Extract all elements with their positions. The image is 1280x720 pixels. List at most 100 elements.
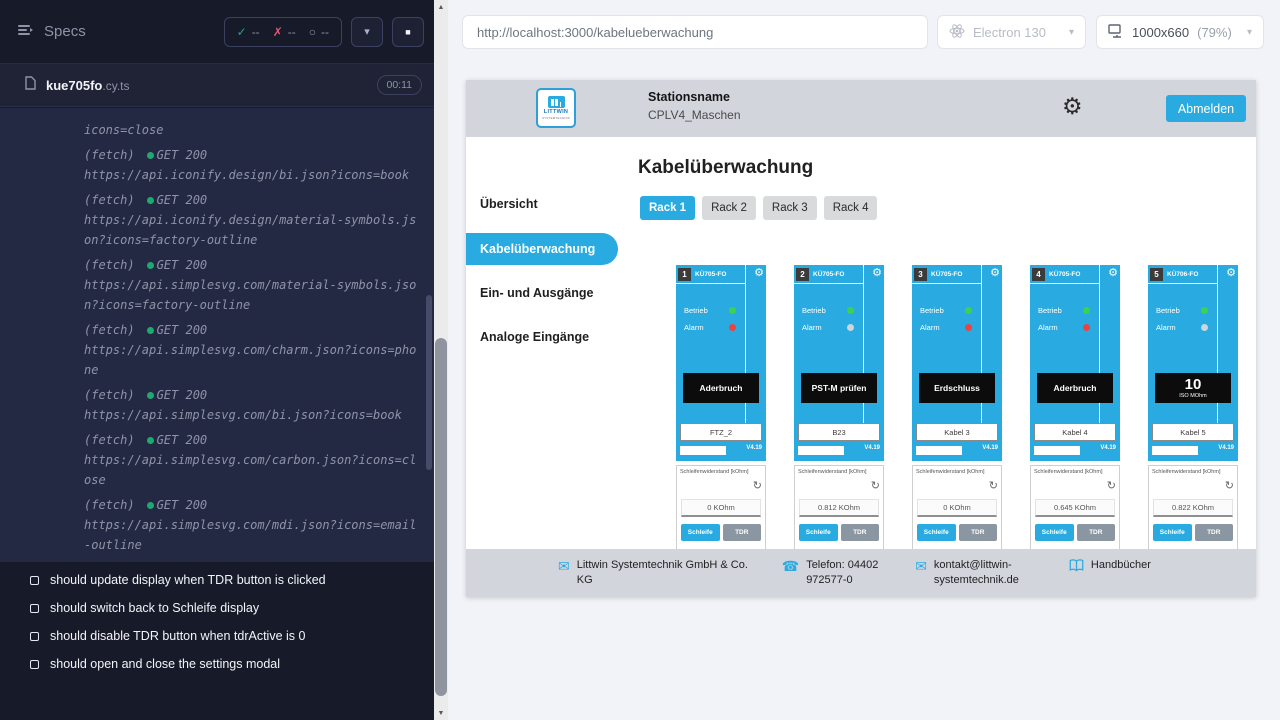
schleife-button[interactable]: Schleife <box>917 524 956 541</box>
http-status: GET 200 <box>157 255 208 275</box>
alarm-label: Alarm <box>802 323 822 332</box>
status-ok-dot <box>147 262 154 269</box>
stop-run-button[interactable]: ■ <box>392 17 424 47</box>
test-title: should switch back to Schleife display <box>50 601 259 615</box>
log-entry: (fetch)GET 200 https://api.simplesvg.com… <box>84 320 420 380</box>
panel-scrollbar[interactable]: ▲ ▼ <box>434 0 448 720</box>
log-entry: (fetch)GET 200 https://api.simplesvg.com… <box>84 385 420 425</box>
spec-name: kue705fo.cy.ts <box>46 78 130 93</box>
tdr-button[interactable]: TDR <box>1077 524 1116 541</box>
url-bar[interactable]: http://localhost:3000/kabelueberwachung <box>462 15 928 49</box>
failed-icon: ✗ <box>273 25 283 39</box>
scrollbar-thumb[interactable] <box>435 338 447 696</box>
sidebar-item-analoge-eingaenge[interactable]: Analoge Eingänge <box>466 321 618 353</box>
slot-number: 5 <box>1150 268 1163 281</box>
logout-button[interactable]: Abmelden <box>1166 95 1246 122</box>
device-card-1: 1KÜ705-FO ⚙ Betrieb Alarm Aderbruch FTZ_… <box>676 265 766 557</box>
spec-header[interactable]: kue705fo.cy.ts 00:11 <box>0 64 434 107</box>
footer-manuals[interactable]: Handbücher <box>1069 558 1151 574</box>
test-item[interactable]: should update display when TDR button is… <box>0 566 434 594</box>
scroll-down-icon[interactable]: ▼ <box>434 706 448 720</box>
schleife-button[interactable]: Schleife <box>799 524 838 541</box>
collapse-button[interactable]: ▾ <box>351 17 383 47</box>
refresh-icon[interactable]: ↻ <box>1107 479 1116 492</box>
tab-rack-3[interactable]: Rack 3 <box>763 196 817 220</box>
card-settings-icon[interactable]: ⚙ <box>872 266 882 279</box>
refresh-icon[interactable]: ↻ <box>871 479 880 492</box>
viewport-selector[interactable]: 1000x660 (79%) ▾ <box>1096 15 1264 49</box>
log-entry-head[interactable]: (fetch)GET 200 <box>84 190 420 210</box>
test-state-icon <box>30 632 39 641</box>
divider <box>912 283 981 284</box>
log-entry-head[interactable]: (fetch) GET 200 <box>84 495 420 515</box>
firmware-version: V4.19 <box>1218 445 1234 451</box>
schleife-button[interactable]: Schleife <box>681 524 720 541</box>
log-entry-head[interactable]: (fetch)GET 200 <box>84 145 420 165</box>
test-item[interactable]: should switch back to Schleife display <box>0 594 434 622</box>
command-log: icons=close (fetch)GET 200 https://api.i… <box>0 108 434 562</box>
cable-name-field[interactable]: B23 <box>798 423 880 441</box>
firmware-version: V4.19 <box>982 445 998 451</box>
settings-gear-icon[interactable]: ⚙ <box>1062 93 1083 120</box>
pending-icon: ○ <box>309 25 316 39</box>
sidebar-item-ein-und-ausgaenge[interactable]: Ein- und Ausgänge <box>466 277 618 309</box>
log-entry-head[interactable]: (fetch)GET 200 <box>84 430 420 450</box>
spec-extension: .cy.ts <box>102 79 129 93</box>
browser-selector[interactable]: Electron 130 ▾ <box>937 15 1086 49</box>
measurement-panel: Schleifenwiderstand [kOhm] ↻ 0.645 KOhm … <box>1030 465 1120 557</box>
log-entry-head[interactable]: (fetch)GET 200 <box>84 385 420 405</box>
specs-list-icon[interactable] <box>18 23 34 41</box>
scroll-up-icon[interactable]: ▲ <box>434 0 448 14</box>
http-status: GET 200 <box>157 430 208 450</box>
browser-stage: http://localhost:3000/kabelueberwachung … <box>448 0 1280 720</box>
status-text: PST-M prüfen <box>812 383 867 393</box>
schleife-button[interactable]: Schleife <box>1153 524 1192 541</box>
cable-name-field[interactable]: Kabel 5 <box>1152 423 1234 441</box>
card-settings-icon[interactable]: ⚙ <box>1226 266 1236 279</box>
phone-icon: ☎ <box>782 559 799 588</box>
divider <box>794 283 863 284</box>
request-url: https://api.simplesvg.com/mdi.json?icons… <box>84 515 420 555</box>
cable-name-field[interactable]: Kabel 3 <box>916 423 998 441</box>
betrieb-led <box>1201 307 1208 314</box>
refresh-icon[interactable]: ↻ <box>1225 479 1234 492</box>
tdr-button[interactable]: TDR <box>723 524 762 541</box>
status-display: Erdschluss <box>919 373 995 403</box>
card-settings-icon[interactable]: ⚙ <box>754 266 764 279</box>
cable-name-field[interactable]: FTZ_2 <box>680 423 762 441</box>
log-scrollbar-thumb[interactable] <box>426 295 432 470</box>
refresh-icon[interactable]: ↻ <box>989 479 998 492</box>
card-settings-icon[interactable]: ⚙ <box>990 266 1000 279</box>
fetch-tag: (fetch) <box>84 495 135 515</box>
app-footer: ✉Littwin Systemtechnik GmbH & Co. KG ☎Te… <box>466 549 1256 597</box>
card-settings-icon[interactable]: ⚙ <box>1108 266 1118 279</box>
tdr-button[interactable]: TDR <box>1195 524 1234 541</box>
cable-name-field[interactable]: Kabel 4 <box>1034 423 1116 441</box>
log-entry-head[interactable]: (fetch)GET 200 <box>84 255 420 275</box>
measurement-label: Schleifenwiderstand [kOhm] <box>677 466 765 475</box>
alarm-led <box>1083 324 1090 331</box>
tab-rack-2[interactable]: Rack 2 <box>702 196 756 220</box>
tdr-button[interactable]: TDR <box>841 524 880 541</box>
specs-label[interactable]: Specs <box>44 23 86 40</box>
footer-phone: ☎Telefon: 04402 972577-0 <box>782 558 888 588</box>
tab-rack-4[interactable]: Rack 4 <box>824 196 878 220</box>
test-item[interactable]: should disable TDR button when tdrActive… <box>0 622 434 650</box>
refresh-icon[interactable]: ↻ <box>753 479 762 492</box>
sidebar-item-uebersicht[interactable]: Übersicht <box>466 188 618 220</box>
device-card-3: 3KÜ705-FO ⚙ Betrieb Alarm Erdschluss Kab… <box>912 265 1002 557</box>
footer-email[interactable]: ✉kontakt@littwin-systemtechnik.de <box>915 558 1042 588</box>
device-panel: 3KÜ705-FO ⚙ Betrieb Alarm Erdschluss Kab… <box>912 265 1002 461</box>
log-entry-head[interactable]: (fetch)GET 200 <box>84 320 420 340</box>
schleife-button[interactable]: Schleife <box>1035 524 1074 541</box>
measurement-value: 0 KOhm <box>681 499 761 517</box>
http-status: GET 200 <box>157 495 208 515</box>
url-text: http://localhost:3000/kabelueberwachung <box>477 25 713 40</box>
test-item[interactable]: should open and close the settings modal <box>0 650 434 678</box>
status-ok-dot <box>147 502 154 509</box>
tdr-button[interactable]: TDR <box>959 524 998 541</box>
sidebar-item-kabelueberwachung[interactable]: Kabelüberwachung <box>466 233 618 265</box>
tab-rack-1[interactable]: Rack 1 <box>640 196 695 220</box>
chevron-down-icon: ▾ <box>1247 27 1252 38</box>
station-label: Stationsname <box>648 90 741 104</box>
